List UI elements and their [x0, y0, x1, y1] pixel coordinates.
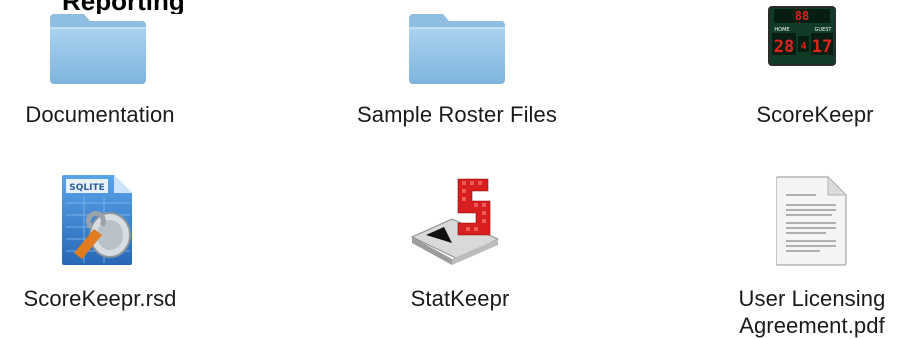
sqlite-database-icon: SQLITE	[60, 173, 136, 267]
svg-text:SQLITE: SQLITE	[69, 183, 105, 193]
pdf-document-icon	[776, 175, 848, 267]
file-item-documentation[interactable]: Documentation	[0, 0, 200, 140]
file-item-scorekeepr-rsd[interactable]: SQLITE ScoreKeepr.rsd	[0, 165, 200, 315]
file-label: Documentation	[25, 102, 175, 127]
svg-text:HOME: HOME	[774, 27, 789, 33]
svg-text:GUEST: GUEST	[815, 27, 833, 33]
svg-text:4: 4	[800, 41, 806, 52]
file-item-sample-roster-files[interactable]: Sample Roster Files	[330, 0, 584, 140]
file-item-user-licensing-agreement[interactable]: User Licensing Agreement.pdf	[720, 165, 904, 339]
file-label: StatKeepr	[410, 286, 510, 311]
file-label-line-2: Agreement.pdf	[739, 313, 885, 338]
file-item-scorekeepr[interactable]: 88 HOME GUEST 28 17 4 ScoreKeepr	[730, 0, 900, 140]
file-label: User Licensing Agreement.pdf	[720, 285, 904, 339]
statkeepr-app-icon	[408, 173, 504, 267]
folder-icon	[50, 8, 146, 84]
file-label: Sample Roster Files	[357, 102, 557, 127]
svg-text:17: 17	[812, 37, 832, 57]
file-label: ScoreKeepr	[756, 102, 874, 127]
file-label-line-1: User Licensing	[738, 286, 886, 311]
file-item-statkeepr[interactable]: StatKeepr	[360, 165, 560, 315]
svg-text:28: 28	[774, 37, 794, 57]
file-label: ScoreKeepr.rsd	[23, 286, 177, 311]
scoreboard-app-icon: 88 HOME GUEST 28 17 4	[768, 6, 836, 66]
folder-icon	[409, 8, 505, 84]
svg-text:88: 88	[795, 9, 809, 23]
